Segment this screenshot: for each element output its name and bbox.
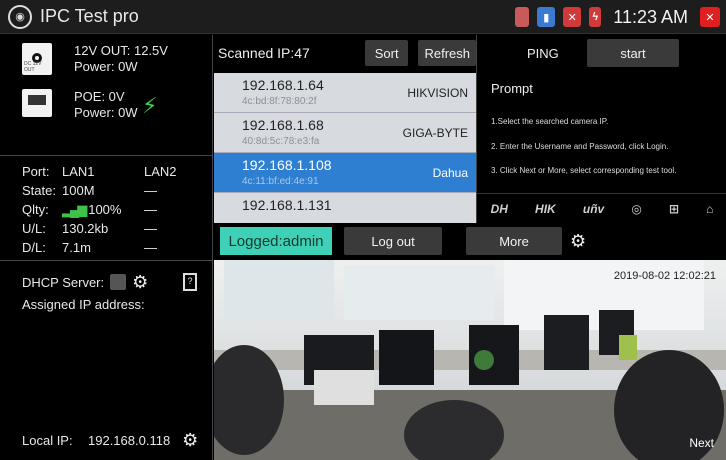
logged-in-status: Logged:admin — [220, 227, 332, 255]
local-ip-gear-icon[interactable]: ⚙ — [182, 431, 200, 449]
lan-port-icon — [22, 89, 52, 117]
prompt-line-3: 3. Click Next or More, select correspond… — [491, 166, 677, 175]
sd-card-icon — [515, 7, 530, 27]
ping-start-button[interactable]: start — [587, 39, 679, 67]
scanned-count: Scanned IP:47 — [218, 45, 310, 61]
dhcp-settings-gear-icon[interactable]: ⚙ — [132, 273, 150, 291]
prompt-line-2: 2. Enter the Username and Password, clic… — [491, 142, 669, 151]
action-bar: Logged:admin Log out More ⚙ — [214, 223, 726, 259]
dc-power-block: DC 12V OUT 12V OUT: 12.5V Power: 0W — [0, 35, 212, 75]
local-ip-value: 192.168.0.118 — [88, 432, 171, 448]
ping-label: PING — [527, 45, 559, 61]
dc-output-value: 12V OUT: 12.5V — [74, 43, 168, 58]
battery-icon: ϟ — [589, 7, 602, 27]
title-bar: ◉ IPC Test pro ▮ ✕ ϟ 11:23 AM ✕ — [0, 0, 726, 34]
hikvision-brand-button[interactable]: HIK — [535, 202, 556, 216]
ptz-camera-icon[interactable]: ⌂ — [706, 202, 713, 216]
exit-icon[interactable]: ✕ — [700, 7, 720, 27]
globe-icon[interactable]: ◎ — [631, 202, 641, 216]
uniview-brand-button[interactable]: uñv — [583, 202, 604, 216]
notification-icon: ▮ — [537, 7, 556, 27]
assigned-ip-label: Assigned IP address: — [22, 297, 145, 312]
stat-row-download: D/L: 7.1m — — [22, 240, 157, 255]
stat-row-port: Port: LAN1 LAN2 — [22, 164, 177, 179]
device-row[interactable]: 192.168.1.131 — [214, 193, 476, 223]
dhcp-label: DHCP Server: — [22, 274, 105, 290]
device-row-selected[interactable]: 192.168.1.108 4c:11:bf:ed:4e:91 Dahua — [214, 153, 476, 193]
poe-power-value: Power: 0W — [74, 105, 138, 120]
device-list[interactable]: 192.168.1.64 4c:bd:8f:78:80:2f HIKVISION… — [214, 73, 476, 223]
camera-video-feed[interactable]: 2019-08-02 12:02:21 Next — [214, 260, 726, 460]
local-ip-row: Local IP: 192.168.0.118 ⚙ — [0, 425, 213, 455]
scan-panel: Scanned IP:47 Sort Refresh 192.168.1.64 … — [214, 35, 476, 223]
stat-row-quality: Qlty: ▂▄▆ 100% — — [22, 201, 157, 218]
prompt-title: Prompt — [491, 81, 533, 96]
poe-block: POE: 0V Power: 0W ⚡ — [0, 75, 212, 121]
poe-voltage-value: POE: 0V — [74, 89, 125, 104]
document-icon[interactable]: ? — [183, 273, 197, 291]
stat-row-state: State: 100M — — [22, 183, 157, 198]
dahua-brand-button[interactable]: DH — [491, 202, 508, 216]
app-title: IPC Test pro — [40, 6, 139, 26]
lightning-icon: ⚡ — [142, 93, 158, 118]
next-button[interactable]: Next — [689, 436, 714, 450]
refresh-button[interactable]: Refresh — [418, 40, 476, 66]
clock: 11:23 AM — [613, 6, 688, 27]
more-button[interactable]: More — [466, 227, 562, 255]
brand-toolbar: DH HIK uñv ◎ ⊞ ⌂ — [477, 193, 726, 223]
camera-icon: ◉ — [8, 4, 32, 29]
office-scene — [214, 260, 726, 460]
dhcp-checkbox[interactable] — [110, 274, 127, 290]
prompt-line-1: 1.Select the searched camera IP. — [491, 117, 609, 126]
signal-icon: ▂▄▆ — [62, 201, 87, 217]
device-row[interactable]: 192.168.1.68 40:8d:5c:78:e3:fa GIGA-BYTE — [214, 113, 476, 153]
dc-out-icon: DC 12V OUT — [22, 43, 52, 75]
sort-button[interactable]: Sort — [364, 40, 409, 66]
video-timestamp: 2019-08-02 12:02:21 — [613, 270, 716, 282]
network-stats: Port: LAN1 LAN2 State: 100M — Qlty: ▂▄▆ 100% — … — [0, 155, 213, 257]
device-row[interactable]: 192.168.1.64 4c:bd:8f:78:80:2f HIKVISION — [214, 73, 476, 113]
left-panel: DC 12V OUT 12V OUT: 12.5V Power: 0W POE:… — [0, 35, 213, 460]
dc-power-value: Power: 0W — [74, 59, 138, 74]
status-bar: ▮ ✕ ϟ 11:23 AM ✕ — [515, 0, 726, 34]
settings-gear-icon[interactable]: ⚙ — [570, 232, 588, 250]
dhcp-section: DHCP Server: ⚙ ? Assigned IP address: — [0, 260, 213, 312]
local-ip-label: Local IP: — [22, 432, 73, 448]
stat-row-upload: U/L: 130.2kb — — [22, 221, 157, 236]
logout-button[interactable]: Log out — [344, 227, 442, 255]
ping-panel: PING start Prompt 1.Select the searched … — [476, 35, 726, 223]
mail-icon: ✕ — [563, 7, 582, 27]
network-topology-icon[interactable]: ⊞ — [669, 202, 679, 216]
